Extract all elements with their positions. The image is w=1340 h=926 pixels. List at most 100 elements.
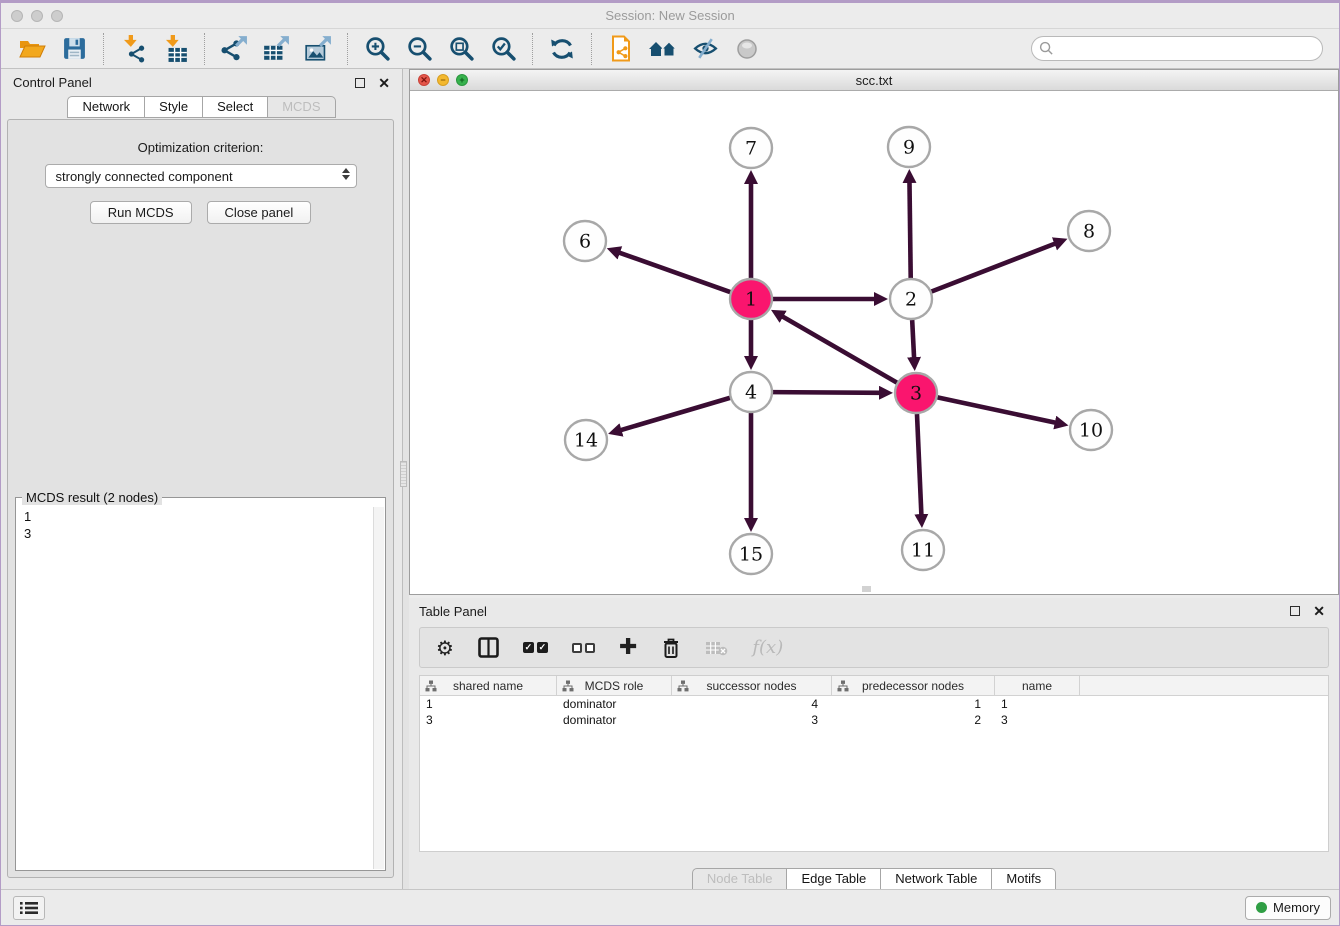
export-table-button[interactable] bbox=[255, 32, 297, 66]
hide-selected-button[interactable] bbox=[684, 32, 726, 66]
main-toolbar bbox=[1, 29, 1339, 69]
close-table-panel-icon[interactable]: ✕ bbox=[1313, 606, 1325, 616]
graph-edge-3-10[interactable] bbox=[938, 397, 1056, 422]
toolbar-separator bbox=[591, 33, 592, 65]
zoom-selected-icon bbox=[490, 35, 517, 62]
search-input[interactable] bbox=[1031, 36, 1323, 61]
save-icon bbox=[62, 36, 87, 61]
cell-mcds-role: dominator bbox=[557, 712, 672, 728]
add-column-button[interactable]: ✚ bbox=[619, 638, 637, 658]
table-settings-button[interactable]: ⚙ bbox=[436, 638, 454, 658]
show-all-networks-button[interactable] bbox=[642, 32, 684, 66]
graph-edge-4-3[interactable] bbox=[773, 392, 880, 393]
optimization-criterion-select[interactable]: strongly connected component bbox=[45, 164, 357, 188]
apply-layout-button[interactable] bbox=[541, 32, 583, 66]
network-canvas[interactable]: 7968124314101511 bbox=[410, 91, 1338, 593]
graph-node-label: 3 bbox=[910, 383, 922, 405]
column-header-successor-nodes[interactable]: successor nodes bbox=[672, 676, 832, 695]
import-table-icon bbox=[161, 35, 189, 63]
graph-edge-2-9[interactable] bbox=[909, 182, 910, 278]
cell-name: 1 bbox=[995, 696, 1080, 712]
function-builder-button[interactable]: f(x) bbox=[752, 637, 783, 658]
export-image-button[interactable] bbox=[297, 32, 339, 66]
network-graph[interactable]: 7968124314101511 bbox=[410, 91, 1340, 593]
memory-status-icon bbox=[1256, 902, 1267, 913]
split-view-button[interactable] bbox=[478, 637, 499, 658]
graph-edge-1-6[interactable] bbox=[619, 253, 730, 293]
column-header-name[interactable]: name bbox=[995, 676, 1080, 695]
new-network-button[interactable] bbox=[600, 32, 642, 66]
preview-button[interactable] bbox=[726, 32, 768, 66]
graph-node-label: 2 bbox=[905, 289, 917, 311]
graph-node-label: 1 bbox=[745, 289, 757, 311]
graph-edge-4-14[interactable] bbox=[621, 398, 730, 430]
zoom-in-icon bbox=[364, 35, 391, 62]
homes-icon bbox=[648, 37, 678, 61]
result-line: 1 bbox=[24, 508, 365, 525]
open-session-button[interactable] bbox=[11, 32, 53, 66]
export-network-button[interactable] bbox=[213, 32, 255, 66]
zoom-fit-button[interactable] bbox=[440, 32, 482, 66]
tab-mcds[interactable]: MCDS bbox=[268, 96, 335, 118]
graph-node-label: 11 bbox=[911, 540, 935, 562]
table-row[interactable]: 3 dominator 3 2 3 bbox=[420, 712, 1328, 728]
toolbar-separator bbox=[103, 33, 104, 65]
toolbar-separator bbox=[347, 33, 348, 65]
network-window-titlebar[interactable]: ✕ − + scc.txt bbox=[410, 70, 1338, 91]
select-all-button[interactable]: ✓ ✓ bbox=[523, 642, 548, 653]
column-header-predecessor-nodes[interactable]: predecessor nodes bbox=[832, 676, 995, 695]
float-panel-icon[interactable] bbox=[355, 78, 365, 88]
import-network-button[interactable] bbox=[112, 32, 154, 66]
canvas-scroll-thumb[interactable] bbox=[862, 586, 871, 592]
graph-node-label: 6 bbox=[579, 231, 591, 253]
cell-name: 3 bbox=[995, 712, 1080, 728]
column-header-shared-name[interactable]: shared name bbox=[420, 676, 557, 695]
tab-edge-table[interactable]: Edge Table bbox=[787, 868, 881, 890]
toolbar-separator bbox=[204, 33, 205, 65]
zoom-out-button[interactable] bbox=[398, 32, 440, 66]
close-panel-button[interactable]: Close panel bbox=[207, 201, 312, 224]
close-panel-icon[interactable]: ✕ bbox=[378, 78, 390, 88]
deselect-all-button[interactable] bbox=[572, 643, 595, 653]
import-network-icon bbox=[119, 35, 147, 63]
tab-style[interactable]: Style bbox=[145, 96, 203, 118]
table-row[interactable]: 1 dominator 4 1 1 bbox=[420, 696, 1328, 712]
open-folder-icon bbox=[18, 37, 46, 61]
search-icon bbox=[1039, 41, 1054, 56]
column-header-mcds-role[interactable]: MCDS role bbox=[557, 676, 672, 695]
graph-node-label: 14 bbox=[574, 430, 598, 452]
import-table-button[interactable] bbox=[154, 32, 196, 66]
result-line: 3 bbox=[24, 525, 365, 542]
mcds-result-text[interactable]: 1 3 bbox=[16, 504, 373, 870]
zoom-in-button[interactable] bbox=[356, 32, 398, 66]
node-table: shared name MCDS role successor nodes pr… bbox=[419, 675, 1329, 852]
zoom-out-icon bbox=[406, 35, 433, 62]
result-scrollbar[interactable] bbox=[373, 507, 384, 869]
graph-edge-3-11[interactable] bbox=[917, 414, 921, 515]
run-mcds-button[interactable]: Run MCDS bbox=[90, 201, 192, 224]
list-icon bbox=[20, 901, 38, 915]
float-table-panel-icon[interactable] bbox=[1290, 606, 1300, 616]
splitter-grip[interactable] bbox=[400, 461, 407, 487]
graph-edge-2-8[interactable] bbox=[932, 243, 1056, 291]
tab-node-table[interactable]: Node Table bbox=[692, 868, 788, 890]
save-session-button[interactable] bbox=[53, 32, 95, 66]
delete-column-button[interactable] bbox=[661, 637, 681, 659]
graph-node-label: 4 bbox=[745, 382, 757, 404]
tab-network-table[interactable]: Network Table bbox=[881, 868, 992, 890]
zoom-selected-button[interactable] bbox=[482, 32, 524, 66]
table-header-row: shared name MCDS role successor nodes pr… bbox=[420, 676, 1328, 696]
tab-motifs[interactable]: Motifs bbox=[992, 868, 1056, 890]
memory-button[interactable]: Memory bbox=[1245, 896, 1331, 920]
mcds-result-title: MCDS result (2 nodes) bbox=[22, 490, 162, 505]
graph-edge-3-1[interactable] bbox=[782, 316, 897, 382]
tab-network[interactable]: Network bbox=[67, 96, 145, 118]
task-history-button[interactable] bbox=[13, 896, 45, 920]
tab-select[interactable]: Select bbox=[203, 96, 268, 118]
column-edit-icon bbox=[562, 680, 574, 692]
control-panel-title: Control Panel bbox=[13, 75, 92, 90]
optimization-criterion-label: Optimization criterion: bbox=[8, 140, 393, 155]
search-box bbox=[1031, 36, 1323, 61]
delete-table-button[interactable] bbox=[705, 640, 728, 656]
graph-edge-2-3[interactable] bbox=[912, 320, 914, 358]
